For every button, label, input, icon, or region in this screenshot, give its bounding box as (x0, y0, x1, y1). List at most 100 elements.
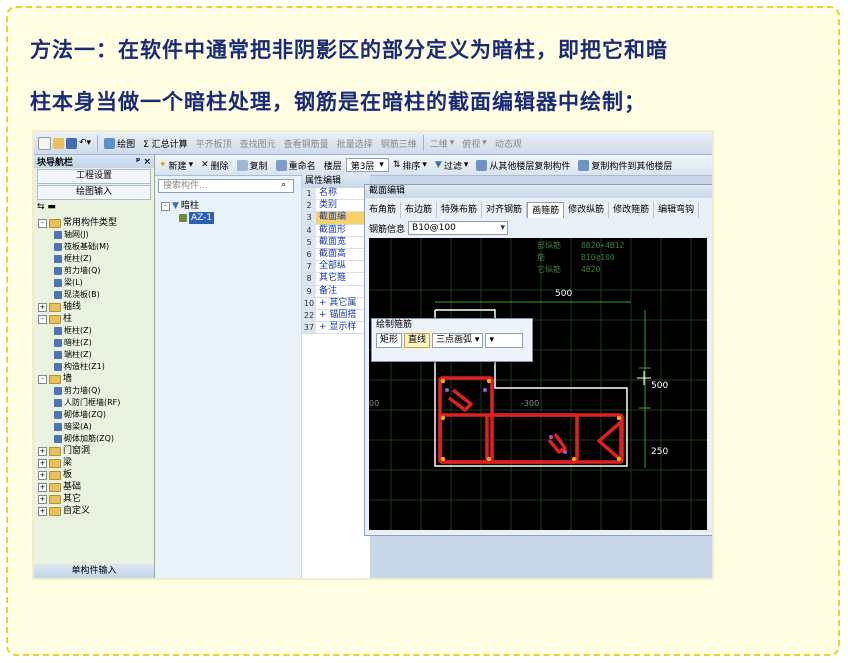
property-row[interactable]: 37 + 显示样 (302, 322, 370, 335)
project-settings-button[interactable]: 工程设置 (37, 169, 151, 184)
draw-input-button[interactable]: 绘图输入 (37, 185, 151, 200)
open-folder-icon[interactable] (53, 137, 64, 149)
copy-button[interactable]: 复制 (233, 159, 272, 172)
line-mode-button[interactable]: 直线 (404, 333, 431, 348)
sort-button[interactable]: ⇅ 排序 ▾ (389, 159, 431, 172)
tree-leaf[interactable]: 端柱(Z) (34, 349, 154, 361)
property-row[interactable]: 7 全部纵 (302, 261, 370, 274)
tree-leaf[interactable]: 框柱(Z) (34, 253, 154, 265)
tree-group-anzhu[interactable]: - ▼ 暗柱 (161, 200, 214, 212)
tree-leaf[interactable]: 人防门框墙(RF) (34, 397, 154, 409)
tree-folder[interactable]: + 其它 (34, 493, 154, 505)
expand-icon[interactable]: + (38, 446, 47, 456)
tree-folder[interactable]: + 轴线 (34, 301, 154, 313)
expand-icon[interactable]: + (38, 470, 47, 480)
expand-icon[interactable]: + (38, 482, 47, 492)
expand-icon[interactable]: + (38, 506, 47, 516)
tree-folder[interactable]: + 梁 (34, 457, 154, 469)
property-row[interactable]: 22 + 锚固搭 (302, 309, 370, 323)
property-row[interactable]: 1 名称 (302, 188, 370, 201)
expand-icon[interactable]: + (38, 458, 47, 468)
editor-tab[interactable]: 修改纵筋 (564, 202, 610, 218)
tree-leaf[interactable]: 筏板基础(M) (34, 241, 154, 253)
property-row-number: 22 (302, 309, 316, 322)
nav-pin-close[interactable]: ᵖ × (136, 157, 151, 167)
undo-icon[interactable]: ↶▾ (79, 138, 91, 148)
tree-leaf[interactable]: 剪力墙(Q) (34, 385, 154, 397)
expand-icon[interactable]: + (38, 494, 47, 504)
property-row[interactable]: 3 截面编 (302, 212, 370, 225)
new-file-icon[interactable] (38, 136, 51, 150)
new-button[interactable]: ✦ 新建 ▾ (155, 159, 197, 172)
sum-button[interactable]: Σ 汇总计算 (139, 137, 192, 150)
arc-mode-button[interactable]: 三点画弧 ▾ (432, 333, 484, 348)
find-element-button[interactable]: 查找图元 (236, 137, 280, 150)
tree-leaf[interactable]: 轴网(J) (34, 229, 154, 241)
component-search-input[interactable]: 搜索构件... (158, 179, 294, 193)
rebar-info-input[interactable]: B10@100 (408, 221, 509, 235)
section-canvas[interactable]: 部纵筋 8B20+4B12 筋 B10@100 它纵筋 4B20 500 500… (369, 238, 707, 530)
editor-tab[interactable]: 编辑弯钩 (654, 202, 700, 218)
filter-button[interactable]: ▼ 过滤 ▾ (431, 159, 472, 172)
tree-folder[interactable]: + 门窗洞 (34, 445, 154, 457)
tree-leaf[interactable]: 暗柱(Z) (34, 337, 154, 349)
tree-folder[interactable]: -墙 (34, 373, 154, 385)
single-component-input-button[interactable]: 单构件输入 (34, 564, 154, 578)
editor-tab[interactable]: 布边筋 (401, 202, 438, 218)
flat-top-button[interactable]: 平齐板顶 (192, 137, 236, 150)
editor-tab[interactable]: 修改箍筋 (609, 202, 655, 218)
tree-leaf[interactable]: 暗梁(A) (34, 421, 154, 433)
collapse-icon[interactable]: - (38, 218, 47, 228)
search-icon[interactable]: ⌕ (281, 180, 286, 190)
tree-folder[interactable]: + 基础 (34, 481, 154, 493)
batch-select-button[interactable]: 批量选择 (333, 137, 377, 150)
property-row[interactable]: 9 备注 (302, 285, 370, 298)
view-rebar-button[interactable]: 查看钢筋量 (280, 137, 333, 150)
property-row[interactable]: 6 截面高 (302, 248, 370, 262)
tree-folder[interactable]: + 板 (34, 469, 154, 481)
collapse-icon[interactable]: - (38, 314, 47, 324)
rename-icon (275, 159, 287, 171)
tree-leaf[interactable]: 框柱(Z) (34, 325, 154, 337)
tree-folder[interactable]: - 常用构件类型 (34, 217, 154, 229)
overview-button[interactable]: 俯视 ▾ (458, 137, 491, 150)
expand-icon[interactable]: + (38, 302, 47, 312)
tree-label: 墙 (63, 374, 73, 384)
tree-leaf[interactable]: 砌体墙(ZQ) (34, 409, 154, 421)
nav-tree-toolbar[interactable]: ⇆ ▬ (34, 201, 154, 213)
save-icon[interactable] (66, 137, 77, 149)
legend-label-1: 部纵筋 (537, 240, 561, 250)
rename-button[interactable]: 重命名 (272, 159, 320, 172)
floor-select[interactable]: 第3层 ▾ (345, 158, 389, 172)
quick-icons[interactable]: ↶▾ (34, 136, 95, 150)
tree-folder[interactable]: -柱 (34, 313, 154, 325)
rebar-3d-button[interactable]: 钢筋三维 (377, 137, 421, 150)
component-type-icon (54, 267, 62, 275)
property-row[interactable]: 5 截面宽 (302, 236, 370, 249)
tree-leaf[interactable]: 砌体加筋(ZQ) (34, 433, 154, 445)
property-row[interactable]: 2 类别 (302, 200, 370, 213)
editor-tab[interactable]: 特殊布筋 (437, 202, 483, 218)
property-row[interactable]: 4 截面形 (302, 224, 370, 237)
arc-option-select[interactable]: ▾ (485, 333, 524, 348)
collapse-icon[interactable]: - (161, 201, 170, 211)
editor-tab[interactable]: 布角筋 (365, 202, 402, 218)
property-row[interactable]: 10 + 其它属 (302, 297, 370, 310)
rect-mode-button[interactable]: 矩形 (376, 333, 403, 348)
tree-folder[interactable]: + 自定义 (34, 505, 154, 517)
dynamic-button[interactable]: 动态观 (491, 137, 526, 150)
tree-leaf[interactable]: 现浇板(B) (34, 289, 154, 301)
delete-button[interactable]: ✕ 删除 (197, 159, 233, 172)
tree-leaf[interactable]: 梁(L) (34, 277, 154, 289)
tree-leaf[interactable]: 构造柱(Z1) (34, 361, 154, 373)
editor-tab[interactable]: 对齐钢筋 (482, 202, 528, 218)
view-2d-select[interactable]: 二维 ▾ (426, 137, 459, 150)
collapse-icon[interactable]: - (38, 374, 47, 384)
tree-item-az1[interactable]: AZ-1 (161, 212, 215, 224)
property-row[interactable]: 8 其它箍 (302, 273, 370, 286)
editor-tab[interactable]: 画箍筋 (527, 202, 565, 218)
tree-leaf[interactable]: 剪力墙(Q) (34, 265, 154, 277)
copy-to-floor-button[interactable]: 复制构件到其他楼层 (574, 159, 676, 172)
copy-from-floor-button[interactable]: 从其他楼层复制构件 (472, 159, 574, 172)
draw-button[interactable]: 绘图 (100, 137, 139, 150)
